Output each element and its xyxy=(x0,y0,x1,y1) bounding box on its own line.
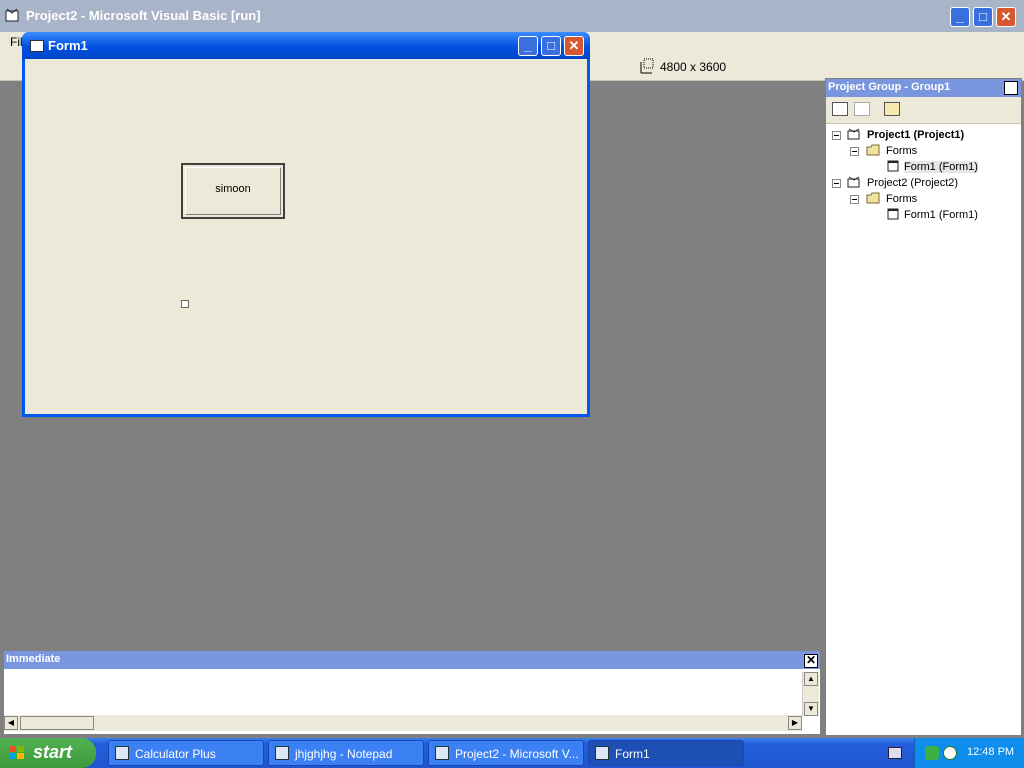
notepad-icon xyxy=(275,746,289,760)
immediate-text-area[interactable] xyxy=(6,672,800,714)
scroll-up-icon[interactable]: ▲ xyxy=(804,672,818,686)
task-form1[interactable]: Form1 xyxy=(588,740,744,766)
form1-client-area: simoon xyxy=(25,59,587,414)
form-icon xyxy=(30,40,44,52)
project-group-title-bar[interactable]: Project Group - Group1 ✕ xyxy=(826,79,1021,97)
maximize-icon: □ xyxy=(979,9,987,24)
volume-icon[interactable] xyxy=(943,746,957,760)
close-button[interactable]: ✕ xyxy=(996,7,1016,27)
close-icon: ✕ xyxy=(568,38,580,53)
vb-window-title: Project2 - Microsoft Visual Basic [run] xyxy=(26,8,261,23)
immediate-title: Immediate xyxy=(6,653,61,665)
task-label: Calculator Plus xyxy=(135,747,216,761)
system-tray: 12:48 PM xyxy=(914,738,1024,768)
vb-title-bar[interactable]: Project2 - Microsoft Visual Basic [run] … xyxy=(0,0,1024,32)
form1-title: Form1 xyxy=(48,38,88,53)
immediate-close-button[interactable]: ✕ xyxy=(804,653,818,668)
network-icon[interactable] xyxy=(925,746,939,760)
task-label: jhjghjhg - Notepad xyxy=(295,747,393,761)
start-label: start xyxy=(33,742,73,762)
form1-close-button[interactable]: ✕ xyxy=(564,36,584,56)
keyboard-icon[interactable] xyxy=(888,747,902,759)
minimize-icon: _ xyxy=(956,9,964,24)
clock[interactable]: 12:48 PM xyxy=(967,746,1014,758)
form1-window[interactable]: Form1 _ □ ✕ simoon xyxy=(22,32,590,417)
vb-app-icon xyxy=(435,746,449,760)
tree-item-forms-2[interactable]: Forms xyxy=(886,193,917,205)
project-icon xyxy=(847,176,860,188)
collapse-icon[interactable] xyxy=(850,195,859,204)
toggle-folders-icon[interactable] xyxy=(884,102,900,116)
form-icon xyxy=(887,160,899,172)
immediate-window: Immediate ✕ ▲ ▼ ◀ ▶ xyxy=(4,651,820,734)
size-indicator-icon xyxy=(640,58,654,74)
view-object-icon[interactable] xyxy=(854,102,870,116)
tree-item-forms-1[interactable]: Forms xyxy=(886,145,917,157)
simoon-button[interactable]: simoon xyxy=(181,163,285,219)
task-calculator-plus[interactable]: Calculator Plus xyxy=(108,740,264,766)
scroll-left-icon[interactable]: ◀ xyxy=(4,716,18,730)
minimize-button[interactable]: _ xyxy=(950,7,970,27)
folder-icon xyxy=(866,144,880,156)
immediate-horizontal-scrollbar[interactable]: ◀ ▶ xyxy=(4,715,802,731)
task-label: Form1 xyxy=(615,747,650,761)
simoon-button-label: simoon xyxy=(215,183,251,195)
windows-flag-icon xyxy=(9,746,24,759)
form1-minimize-button[interactable]: _ xyxy=(518,36,538,56)
task-visual-basic[interactable]: Project2 - Microsoft V... xyxy=(428,740,584,766)
calculator-icon xyxy=(115,746,129,760)
project-group-toolbar xyxy=(826,97,1021,124)
tree-item-project1[interactable]: Project1 (Project1) xyxy=(867,129,964,141)
close-icon: ✕ xyxy=(1000,9,1012,24)
collapse-icon[interactable] xyxy=(850,147,859,156)
immediate-title-bar[interactable]: Immediate ✕ xyxy=(4,651,820,669)
folder-icon xyxy=(866,192,880,204)
task-label: Project2 - Microsoft V... xyxy=(455,747,579,761)
vb-app-icon xyxy=(5,8,19,22)
view-code-icon[interactable] xyxy=(832,102,848,116)
maximize-icon: □ xyxy=(547,38,555,53)
form1-title-bar[interactable]: Form1 _ □ ✕ xyxy=(22,32,590,59)
checkbox[interactable] xyxy=(181,300,189,308)
size-indicator-text: 4800 x 3600 xyxy=(660,60,727,74)
close-icon: ✕ xyxy=(1005,80,1017,94)
minimize-icon: _ xyxy=(524,38,532,53)
form-icon xyxy=(595,746,609,760)
start-button[interactable]: start xyxy=(0,738,96,768)
form1-maximize-button[interactable]: □ xyxy=(541,36,561,56)
task-notepad[interactable]: jhjghjhg - Notepad xyxy=(268,740,424,766)
project-group-pane: Project Group - Group1 ✕ Project1 (Proje… xyxy=(825,78,1022,736)
project-icon xyxy=(847,128,860,140)
scroll-thumb[interactable] xyxy=(20,716,94,730)
immediate-vertical-scrollbar[interactable]: ▲ ▼ xyxy=(802,672,819,716)
project-group-close-button[interactable]: ✕ xyxy=(1004,80,1018,95)
taskbar: start Calculator Plus jhjghjhg - Notepad… xyxy=(0,738,1024,768)
collapse-icon[interactable] xyxy=(832,131,841,140)
form-icon xyxy=(887,208,899,220)
maximize-button[interactable]: □ xyxy=(973,7,993,27)
close-icon: ✕ xyxy=(805,653,817,667)
tree-item-form1-project2[interactable]: Form1 (Form1) xyxy=(904,209,978,221)
scroll-right-icon[interactable]: ▶ xyxy=(788,716,802,730)
tree-item-project2[interactable]: Project2 (Project2) xyxy=(867,177,958,189)
scroll-down-icon[interactable]: ▼ xyxy=(804,702,818,716)
project-group-title: Project Group - Group1 xyxy=(828,81,951,93)
tree-item-form1-project1[interactable]: Form1 (Form1) xyxy=(904,161,978,173)
collapse-icon[interactable] xyxy=(832,179,841,188)
